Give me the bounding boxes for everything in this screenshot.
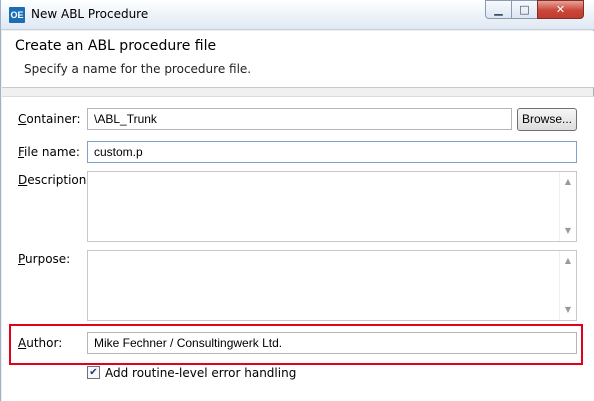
- description-label-mnemonic: D: [18, 173, 28, 187]
- wizard-header: Create an ABL procedure file Specify a n…: [2, 31, 594, 88]
- page-title: Create an ABL procedure file: [15, 38, 217, 54]
- purpose-textarea[interactable]: ▲ ▼: [87, 250, 577, 321]
- error-handling-checkbox[interactable]: ✔: [87, 366, 100, 379]
- author-label-text: uthor:: [26, 336, 63, 350]
- error-handling-label[interactable]: Add routine-level error handling: [105, 366, 296, 380]
- minimize-icon: ▁: [494, 3, 503, 16]
- description-scrollbar[interactable]: ▲ ▼: [559, 172, 576, 241]
- close-button[interactable]: ✕: [537, 0, 584, 19]
- purpose-label-text: urpose:: [25, 252, 71, 266]
- purpose-label: Purpose:: [18, 252, 70, 266]
- file-name-label-text: ile name:: [24, 145, 80, 159]
- purpose-scrollbar[interactable]: ▲ ▼: [559, 251, 576, 320]
- purpose-label-mnemonic: P: [18, 252, 26, 266]
- scroll-down-icon[interactable]: ▼: [560, 223, 576, 239]
- container-label: Container:: [18, 112, 80, 126]
- description-label-text: escription:: [27, 173, 91, 187]
- close-icon: ✕: [555, 3, 566, 16]
- minimize-button[interactable]: ▁: [485, 0, 512, 19]
- file-name-field[interactable]: custom.p: [87, 141, 577, 163]
- scroll-up-icon[interactable]: ▲: [560, 174, 576, 190]
- page-subtitle: Specify a name for the procedure file.: [24, 62, 252, 76]
- dialog-window: OE New ABL Procedure ▁ □ ✕ Create an ABL…: [0, 0, 594, 401]
- window-title: New ABL Procedure: [31, 7, 149, 21]
- author-label-mnemonic: A: [18, 336, 27, 350]
- container-label-text: ontainer:: [26, 112, 81, 126]
- scroll-down-icon[interactable]: ▼: [560, 302, 576, 318]
- oe-app-icon: OE: [9, 7, 25, 23]
- container-field[interactable]: \ABL_Trunk: [87, 108, 512, 130]
- scroll-up-icon[interactable]: ▲: [560, 253, 576, 269]
- maximize-button[interactable]: □: [511, 0, 538, 19]
- description-label: Description:: [18, 173, 90, 187]
- author-field[interactable]: Mike Fechner / Consultingwerk Ltd.: [87, 332, 577, 354]
- description-textarea[interactable]: ▲ ▼: [87, 171, 577, 242]
- file-name-label: File name:: [18, 145, 80, 159]
- browse-button[interactable]: Browse...: [517, 108, 577, 131]
- checkbox-check-icon: ✔: [89, 367, 98, 378]
- maximize-icon: □: [519, 3, 530, 16]
- author-label: Author:: [18, 336, 62, 350]
- title-bar[interactable]: OE New ABL Procedure ▁ □ ✕: [1, 0, 594, 30]
